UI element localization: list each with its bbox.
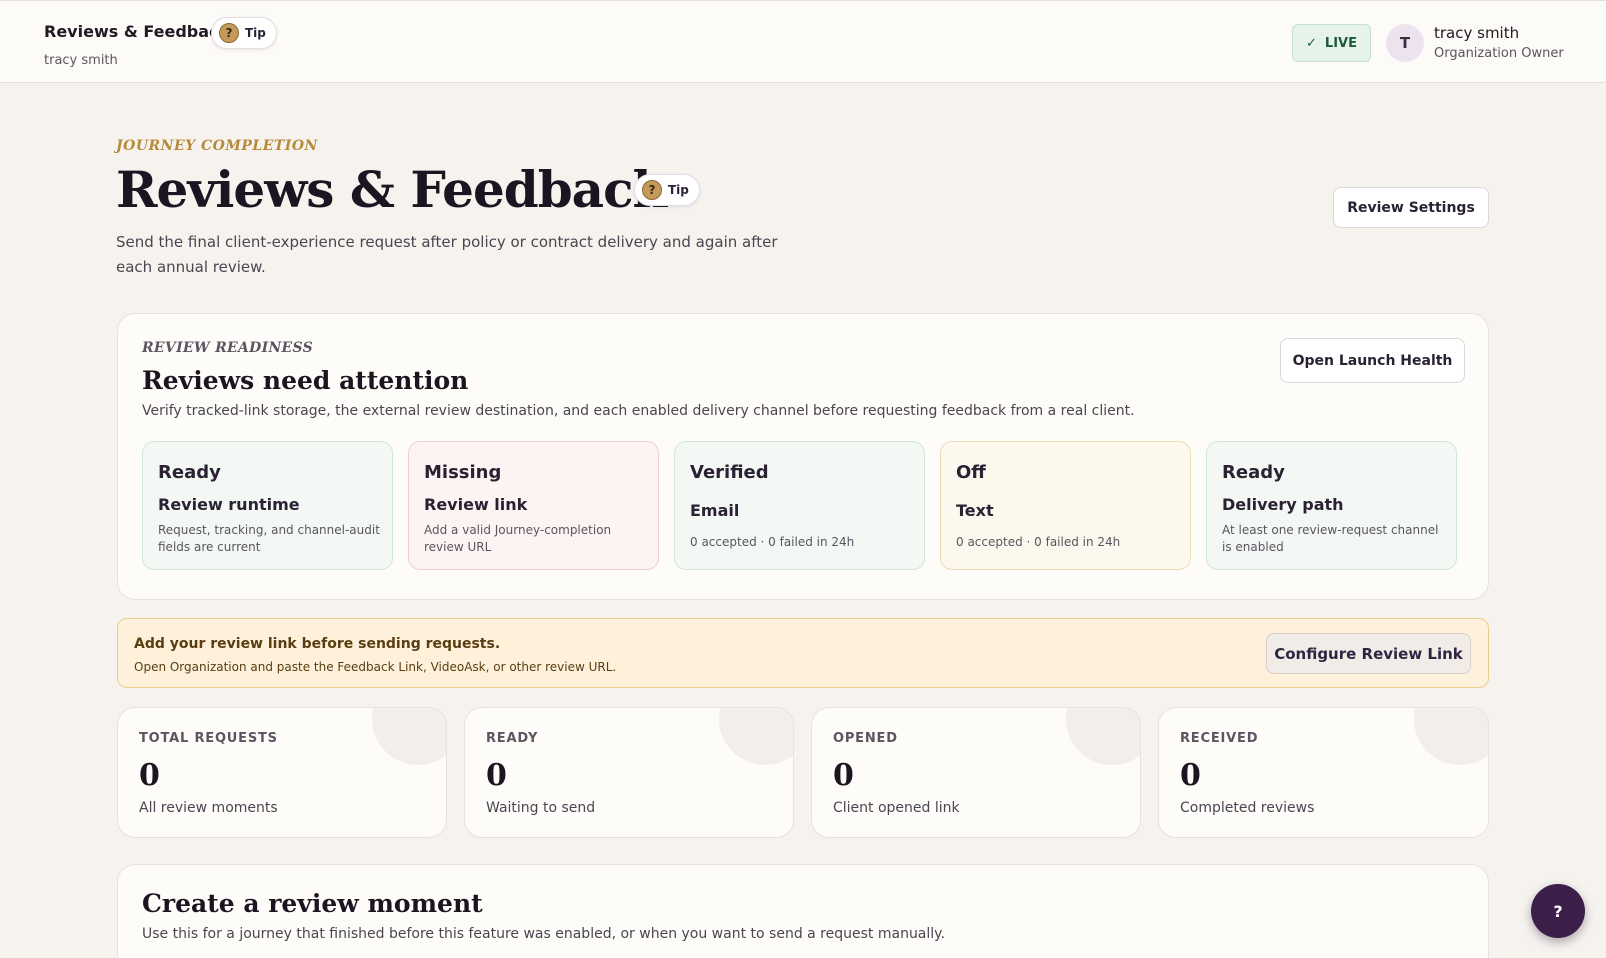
page-tip-button[interactable]: ? Tip — [634, 174, 700, 206]
live-label: LIVE — [1324, 35, 1357, 51]
open-launch-health-button[interactable]: Open Launch Health — [1280, 338, 1465, 383]
stat-value: 0 — [833, 758, 854, 793]
status-tile-text: Off Text 0 accepted · 0 failed in 24h — [940, 441, 1191, 570]
create-title: Create a review moment — [142, 889, 483, 918]
header-tip-label: Tip — [245, 26, 266, 40]
stat-card-total-requests: TOTAL REQUESTS 0 All review moments — [117, 707, 447, 838]
tile-detail: 0 accepted · 0 failed in 24h — [956, 535, 1121, 549]
stat-label: OPENED — [833, 731, 898, 746]
status-tile-review-runtime: Ready Review runtime Request, tracking, … — [142, 441, 393, 570]
tile-detail: Add a valid Journey-completion review UR… — [424, 523, 612, 554]
tile-status: Ready — [1222, 462, 1285, 483]
page-title: Reviews & Feedback — [116, 160, 667, 219]
status-tile-delivery-path: Ready Delivery path At least one review-… — [1206, 441, 1457, 570]
live-status-badge: ✓ LIVE — [1292, 24, 1371, 62]
create-description: Use this for a journey that finished bef… — [142, 926, 945, 942]
page-tip-label: Tip — [668, 183, 689, 197]
user-name[interactable]: tracy smith — [1434, 24, 1519, 42]
decorative-circle — [372, 708, 446, 765]
readiness-eyebrow: REVIEW READINESS — [142, 340, 314, 356]
tile-detail: Request, tracking, and channel-audit fie… — [158, 523, 380, 554]
user-avatar[interactable]: T — [1386, 24, 1424, 62]
status-tile-email: Verified Email 0 accepted · 0 failed in … — [674, 441, 925, 570]
check-icon: ✓ — [1306, 35, 1317, 51]
top-bar: Reviews & Feedback ? Tip tracy smith ✓ L… — [0, 0, 1606, 83]
stat-value: 0 — [1180, 758, 1201, 793]
stat-label: READY — [486, 731, 539, 746]
page-description: Send the final client-experience request… — [116, 233, 778, 276]
user-role: Organization Owner — [1434, 46, 1564, 61]
tile-status: Ready — [158, 462, 221, 483]
header-tip-button[interactable]: ? Tip — [211, 17, 277, 49]
stat-subtitle: Completed reviews — [1180, 800, 1315, 816]
header-subtitle: tracy smith — [44, 53, 118, 68]
tile-status: Off — [956, 462, 986, 483]
create-review-moment-card: Create a review moment Use this for a jo… — [117, 864, 1489, 958]
help-icon: ? — [642, 180, 662, 200]
readiness-title: Reviews need attention — [142, 366, 469, 395]
tile-status: Missing — [424, 462, 502, 483]
tile-name: Review link — [424, 495, 528, 514]
tile-name: Email — [690, 501, 740, 520]
review-link-alert: Add your review link before sending requ… — [117, 618, 1489, 688]
header-title: Reviews & Feedback — [44, 22, 230, 41]
configure-review-link-button[interactable]: Configure Review Link — [1266, 633, 1471, 674]
decorative-circle — [1414, 708, 1488, 765]
tile-name: Review runtime — [158, 495, 300, 514]
help-fab-button[interactable]: ? — [1531, 884, 1585, 938]
stat-value: 0 — [139, 758, 160, 793]
tile-detail: 0 accepted · 0 failed in 24h — [690, 535, 855, 549]
review-settings-button[interactable]: Review Settings — [1333, 187, 1489, 228]
help-icon: ? — [219, 23, 239, 43]
tile-detail: At least one review-request channel is e… — [1222, 523, 1439, 554]
stat-subtitle: All review moments — [139, 800, 278, 816]
alert-title: Add your review link before sending requ… — [134, 636, 501, 652]
decorative-circle — [719, 708, 793, 765]
stat-label: RECEIVED — [1180, 731, 1259, 746]
stat-card-received: RECEIVED 0 Completed reviews — [1158, 707, 1489, 838]
alert-description: Open Organization and paste the Feedback… — [134, 660, 617, 674]
stat-card-ready: READY 0 Waiting to send — [464, 707, 794, 838]
stat-label: TOTAL REQUESTS — [139, 731, 278, 746]
status-tile-review-link: Missing Review link Add a valid Journey-… — [408, 441, 659, 570]
page-eyebrow: JOURNEY COMPLETION — [116, 138, 318, 154]
stat-value: 0 — [486, 758, 507, 793]
tile-name: Delivery path — [1222, 495, 1344, 514]
stat-subtitle: Client opened link — [833, 800, 960, 816]
tile-name: Text — [956, 501, 994, 520]
decorative-circle — [1066, 708, 1140, 765]
stat-subtitle: Waiting to send — [486, 800, 596, 816]
stat-card-opened: OPENED 0 Client opened link — [811, 707, 1141, 838]
tile-status: Verified — [690, 462, 769, 483]
review-readiness-card: REVIEW READINESS Reviews need attention … — [117, 313, 1489, 600]
readiness-description: Verify tracked-link storage, the externa… — [142, 403, 1135, 419]
